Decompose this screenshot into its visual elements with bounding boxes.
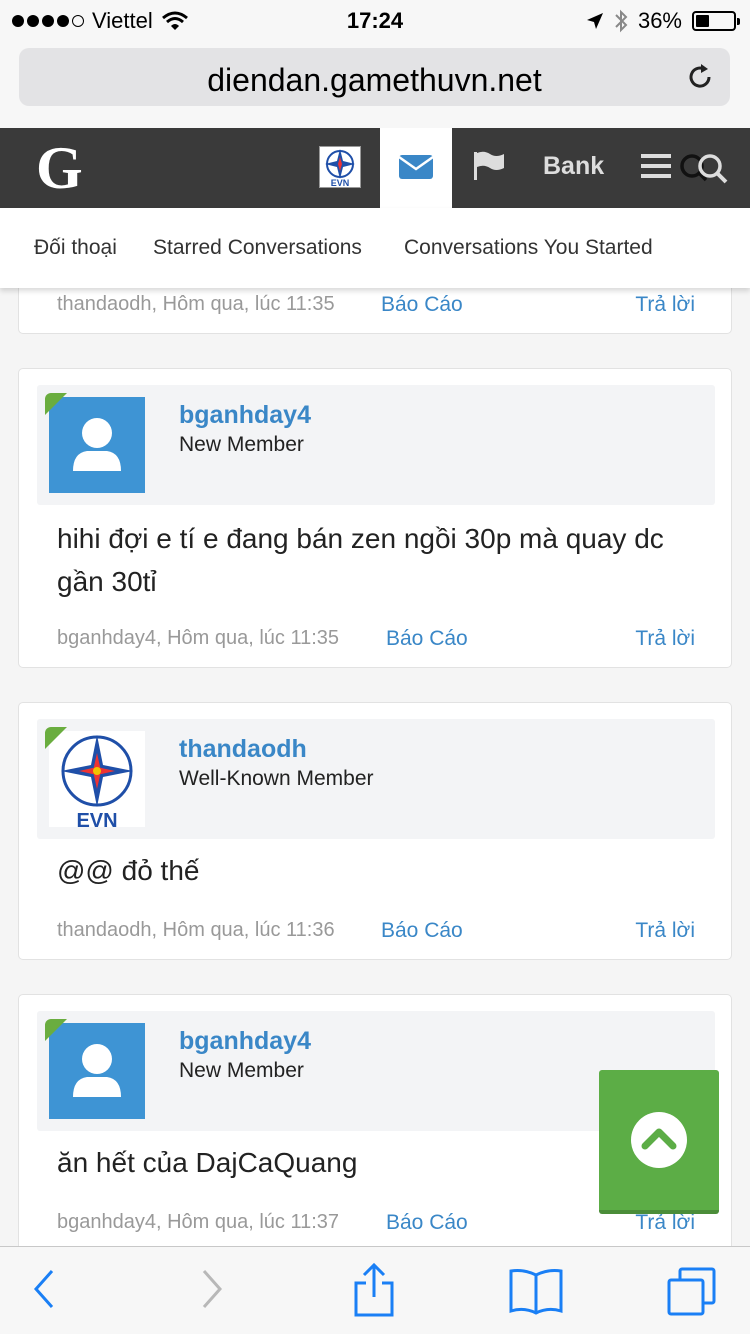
url-text: diendan.gamethuvn.net	[207, 62, 542, 98]
battery-icon	[692, 11, 740, 31]
browser-toolbar	[0, 1246, 750, 1334]
online-indicator	[45, 393, 67, 415]
envelope-icon	[398, 155, 434, 179]
message-meta: thandaodh, Hôm qua, lúc 11:35	[57, 293, 335, 315]
tabs-icon[interactable]	[666, 1267, 718, 1317]
menu-icon[interactable]	[641, 152, 671, 180]
message-card: bganhday4 New Member hihi đợi e tí e đan…	[18, 368, 732, 668]
report-link[interactable]: Báo Cáo	[381, 919, 463, 943]
chevron-up-icon	[641, 1128, 677, 1150]
share-icon[interactable]	[352, 1261, 396, 1317]
online-indicator	[45, 727, 67, 749]
message-author-header: bganhday4 New Member	[37, 385, 715, 505]
user-avatar[interactable]: EVN	[319, 146, 361, 188]
bank-link[interactable]: Bank	[543, 152, 604, 181]
author-username[interactable]: bganhday4	[179, 1027, 311, 1056]
report-link[interactable]: Báo Cáo	[386, 627, 468, 651]
reload-icon[interactable]	[684, 61, 716, 93]
subnav-starred-conversations[interactable]: Starred Conversations	[153, 236, 362, 260]
battery-percent: 36%	[637, 8, 682, 33]
location-arrow-icon	[586, 13, 603, 29]
site-logo[interactable]: G	[36, 138, 92, 198]
subnav-conversations[interactable]: Đối thoại	[34, 236, 117, 260]
forum-navbar: G EVN Bank	[0, 128, 750, 208]
bookmarks-icon[interactable]	[508, 1267, 564, 1315]
back-icon[interactable]	[30, 1267, 58, 1311]
reply-link[interactable]: Trả lời	[635, 919, 695, 943]
avatar-evn-label: EVN	[76, 810, 117, 827]
avatar-evn-label: EVN	[331, 178, 350, 187]
author-role: Well-Known Member	[179, 767, 374, 790]
message-card: EVN thandaodh Well-Known Member @@ đỏ th…	[18, 702, 732, 960]
address-bar-area: diendan.gamethuvn.net	[0, 40, 750, 128]
forward-icon[interactable]	[198, 1267, 226, 1311]
author-username[interactable]: thandaodh	[179, 735, 307, 764]
conversations-tab[interactable]	[380, 128, 452, 208]
bluetooth-icon	[615, 9, 628, 33]
report-link[interactable]: Báo Cáo	[386, 1211, 468, 1235]
reply-link[interactable]: Trả lời	[635, 293, 695, 317]
conversations-subnav: Đối thoại Starred Conversations Conversa…	[0, 208, 750, 288]
report-link[interactable]: Báo Cáo	[381, 293, 463, 317]
online-indicator	[45, 1019, 67, 1041]
message-body: hihi đợi e tí e đang bán zen ngồi 30p mà…	[57, 523, 664, 597]
scroll-to-top-button[interactable]	[599, 1070, 719, 1214]
status-bar: Viettel 17:24 36%	[0, 0, 750, 40]
search-icon[interactable]	[676, 150, 732, 188]
message-body: @@ đỏ thế	[57, 855, 200, 886]
message-meta: thandaodh, Hôm qua, lúc 11:36	[57, 919, 335, 941]
reply-link[interactable]: Trả lời	[635, 1211, 695, 1235]
author-role: New Member	[179, 1059, 304, 1082]
message-meta: bganhday4, Hôm qua, lúc 11:37	[57, 1211, 340, 1233]
author-role: New Member	[179, 433, 304, 456]
subnav-conversations-you-started[interactable]: Conversations You Started	[404, 236, 653, 260]
reply-link[interactable]: Trả lời	[635, 627, 695, 651]
message-author-header: EVN thandaodh Well-Known Member	[37, 719, 715, 839]
author-username[interactable]: bganhday4	[179, 401, 311, 430]
flag-icon[interactable]	[472, 150, 506, 182]
message-meta: bganhday4, Hôm qua, lúc 11:35	[57, 627, 340, 649]
address-bar[interactable]: diendan.gamethuvn.net	[19, 48, 730, 106]
